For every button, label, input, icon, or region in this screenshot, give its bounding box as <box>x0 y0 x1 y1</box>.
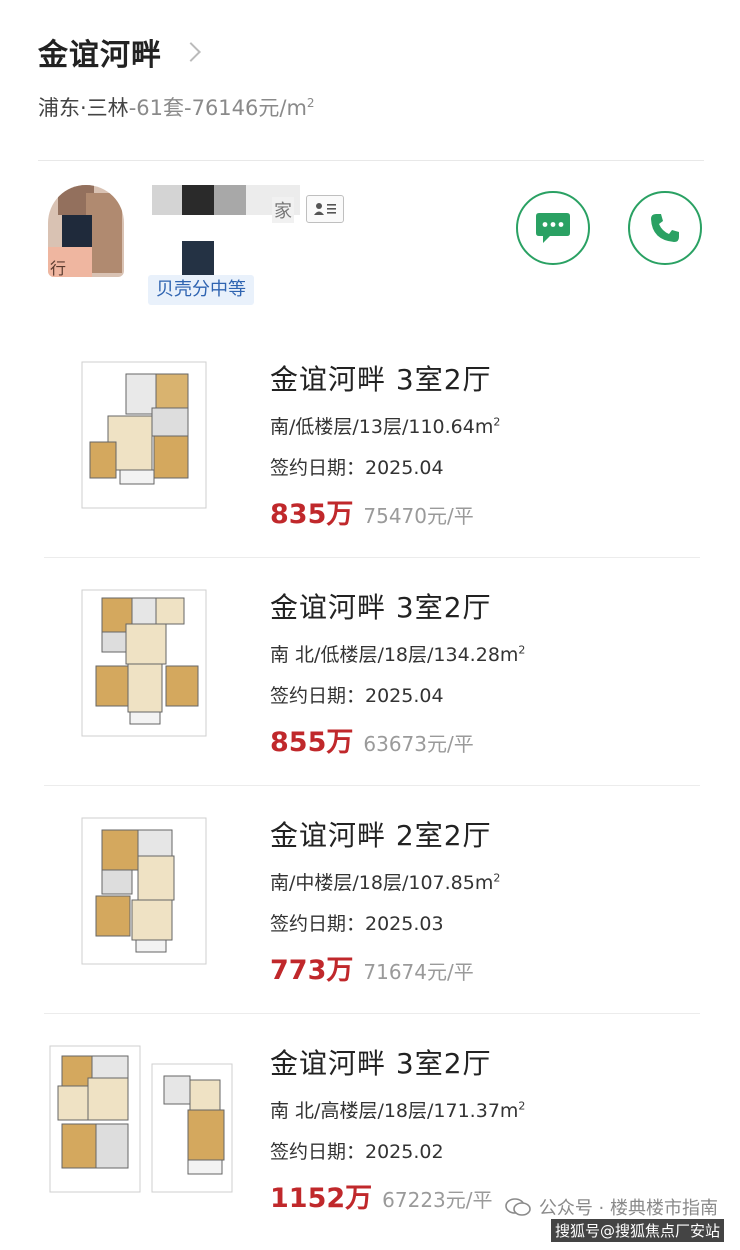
listing-divider <box>44 785 700 786</box>
page-title[interactable]: 金谊河畔 <box>38 30 162 74</box>
blur-block <box>214 185 246 215</box>
listing-title: 金谊河畔 3室2厅 <box>270 363 492 396</box>
avatar[interactable]: 行 <box>48 185 124 277</box>
listing-spec-sup: 2 <box>518 1099 526 1113</box>
listing-title: 金谊河畔 3室2厅 <box>270 1047 492 1080</box>
avatar-tag: 行 <box>50 259 67 277</box>
listing-info: 金谊河畔 3室2厅 南/低楼层/13层/110.64m2 签约日期：2025.0… <box>270 358 500 531</box>
floor-plan-thumbnail[interactable] <box>80 588 208 738</box>
listing-spec: 南 北/高楼层/18层/171.37m2 <box>270 1096 525 1123</box>
avatar-pixel <box>62 215 92 247</box>
floor-plan-thumbnail[interactable] <box>80 816 208 966</box>
price-row: 1152万 67223元/平 <box>270 1176 525 1215</box>
chevron-right-icon[interactable] <box>181 42 201 62</box>
avg-price-value: 76146元/m <box>191 96 307 120</box>
listing-price: 835万 <box>270 499 354 530</box>
community-subtitle: 浦东·三林-61套-76146元/m2 <box>38 92 702 122</box>
listing-price: 855万 <box>270 727 354 758</box>
price-row: 855万 63673元/平 <box>270 720 525 759</box>
listing-spec: 南/中楼层/18层/107.85m2 <box>270 868 500 895</box>
listing-spec-sup: 2 <box>493 871 501 885</box>
listing-spec-sup: 2 <box>518 643 526 657</box>
chat-button[interactable] <box>516 191 590 265</box>
listing-price: 773万 <box>270 955 354 986</box>
score-badge: 贝壳分中等 <box>148 275 254 305</box>
listing-unit-price: 71674元/平 <box>363 960 474 984</box>
listing-spec-text: 南/低楼层/13层/110.64m <box>270 416 494 438</box>
listing-spec: 南 北/低楼层/18层/134.28m2 <box>270 640 525 667</box>
id-card-icon[interactable] <box>306 195 344 223</box>
watermark: 公众号 · 楼典楼市指南 <box>505 1194 718 1220</box>
id-card-svg <box>314 203 336 215</box>
listing-price: 1152万 <box>270 1183 373 1214</box>
listing-title: 金谊河畔 3室2厅 <box>270 591 492 624</box>
wechat-logo-icon <box>505 1198 531 1216</box>
listing-divider <box>44 557 700 558</box>
price-row: 773万 71674元/平 <box>270 948 500 987</box>
title-row[interactable]: 金谊河畔 <box>38 30 702 74</box>
listing-item[interactable]: 金谊河畔 3室2厅 南 北/低楼层/18层/134.28m2 签约日期：2025… <box>44 560 700 786</box>
listing-date: 签约日期：2025.02 <box>270 1141 444 1163</box>
avg-price: 76146元/m2 <box>192 96 315 120</box>
separator: - <box>184 96 192 120</box>
listing-info: 金谊河畔 3室2厅 南 北/低楼层/18层/134.28m2 签约日期：2025… <box>270 586 525 759</box>
community-header: 金谊河畔 浦东·三林-61套-76146元/m2 <box>38 30 702 122</box>
listing-spec-text: 南/中楼层/18层/107.85m <box>270 872 494 894</box>
phone-button[interactable] <box>628 191 702 265</box>
listing-info: 金谊河畔 2室2厅 南/中楼层/18层/107.85m2 签约日期：2025.0… <box>270 814 500 987</box>
phone-icon <box>651 214 679 242</box>
chat-bubble-icon <box>536 213 570 243</box>
listing-unit-price: 75470元/平 <box>363 504 474 528</box>
agent-card: 行 家 贝壳分中等 <box>48 185 708 305</box>
floor-plan-thumbnail[interactable] <box>80 360 208 510</box>
location-text: 浦东·三林 <box>38 96 129 120</box>
listing-info: 金谊河畔 3室2厅 南 北/高楼层/18层/171.37m2 签约日期：2025… <box>270 1042 525 1215</box>
price-row: 835万 75470元/平 <box>270 492 500 531</box>
header-divider <box>38 160 704 161</box>
deal-count: 61套 <box>136 96 184 120</box>
listing-date: 签约日期：2025.03 <box>270 913 444 935</box>
watermark-sub: 搜狐号@搜狐焦点厂安站 <box>550 1219 724 1242</box>
listing-date: 签约日期：2025.04 <box>270 685 444 707</box>
watermark-text: 公众号 · 楼典楼市指南 <box>538 1198 718 1219</box>
listing-item[interactable]: 金谊河畔 3室2厅 南/低楼层/13层/110.64m2 签约日期：2025.0… <box>44 332 700 558</box>
listing-spec-text: 南 北/低楼层/18层/134.28m <box>270 644 519 666</box>
listing-divider <box>44 1013 700 1014</box>
blur-block <box>152 185 182 215</box>
blur-block <box>182 241 214 275</box>
listing-title: 金谊河畔 2室2厅 <box>270 819 492 852</box>
listing-date: 签约日期：2025.04 <box>270 457 444 479</box>
blur-block <box>182 185 214 215</box>
listing-unit-price: 67223元/平 <box>382 1188 493 1212</box>
agent-name-suffix: 家 <box>272 197 294 223</box>
listing-item[interactable]: 金谊河畔 2室2厅 南/中楼层/18层/107.85m2 签约日期：2025.0… <box>44 788 700 1014</box>
avg-price-unit-sup: 2 <box>306 96 315 110</box>
listing-unit-price: 63673元/平 <box>363 732 474 756</box>
listing-spec: 南/低楼层/13层/110.64m2 <box>270 412 500 439</box>
floor-plan-thumbnail[interactable] <box>48 1044 244 1194</box>
listing-spec-text: 南 北/高楼层/18层/171.37m <box>270 1100 519 1122</box>
listing-spec-sup: 2 <box>493 415 501 429</box>
